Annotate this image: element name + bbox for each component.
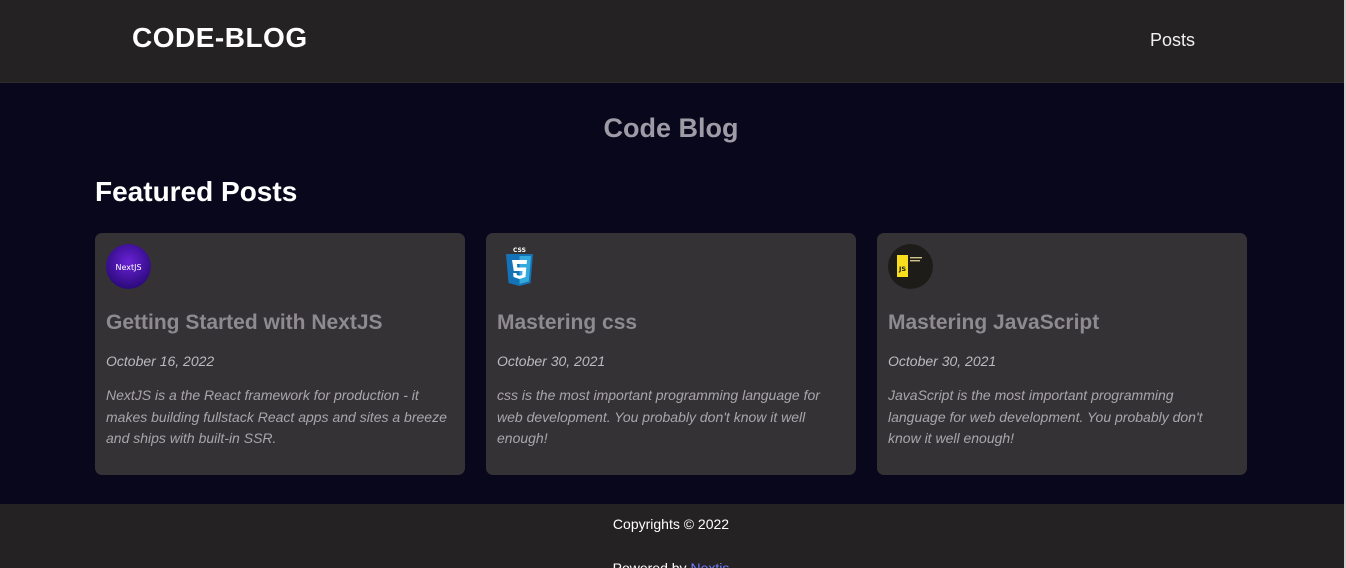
powered-by-line: Powered by Nextjs [0,560,1342,568]
post-excerpt: JavaScript is the most important program… [888,387,1203,446]
nextjs-link[interactable]: Nextjs [690,560,729,568]
copyright-text: Copyrights © 2022 [612,516,730,532]
page-title: Code Blog [603,113,739,143]
post-excerpt: NextJS is a the React framework for prod… [106,387,447,446]
main-content: Code Blog Featured Posts NextJS Getting … [0,83,1346,504]
js-logo-text: JS [898,265,906,273]
css3-logo-icon: CSS [497,244,542,289]
post-card-nextjs[interactable]: NextJS Getting Started with NextJS Octob… [95,233,465,475]
featured-posts-heading: Featured Posts [95,176,298,207]
post-excerpt: css is the most important programming la… [497,387,820,446]
post-title[interactable]: Mastering JavaScript [888,311,1099,335]
nextjs-logo-text: NextJS [115,263,141,272]
post-date: October 16, 2022 [106,353,215,369]
site-header: CODE-BLOG Posts [0,0,1346,83]
post-title[interactable]: Getting Started with NextJS [106,311,383,335]
post-date: October 30, 2021 [497,353,606,369]
site-footer: Copyrights © 2022 Powered by Nextjs [0,504,1346,568]
site-logo[interactable]: CODE-BLOG [132,22,308,54]
post-card-css[interactable]: CSS Mastering css October 30, 2021 css i… [486,233,856,475]
post-card-javascript[interactable]: JS Mastering JavaScript October 30, 2021… [877,233,1247,475]
powered-by-label: Powered by [612,560,691,568]
javascript-logo-icon: JS [888,244,933,289]
css-logo-text: CSS [513,247,526,254]
nextjs-logo-icon: NextJS [106,244,151,289]
nav-link-posts[interactable]: Posts [1150,30,1195,51]
post-title[interactable]: Mastering css [497,311,637,335]
post-date: October 30, 2021 [888,353,997,369]
